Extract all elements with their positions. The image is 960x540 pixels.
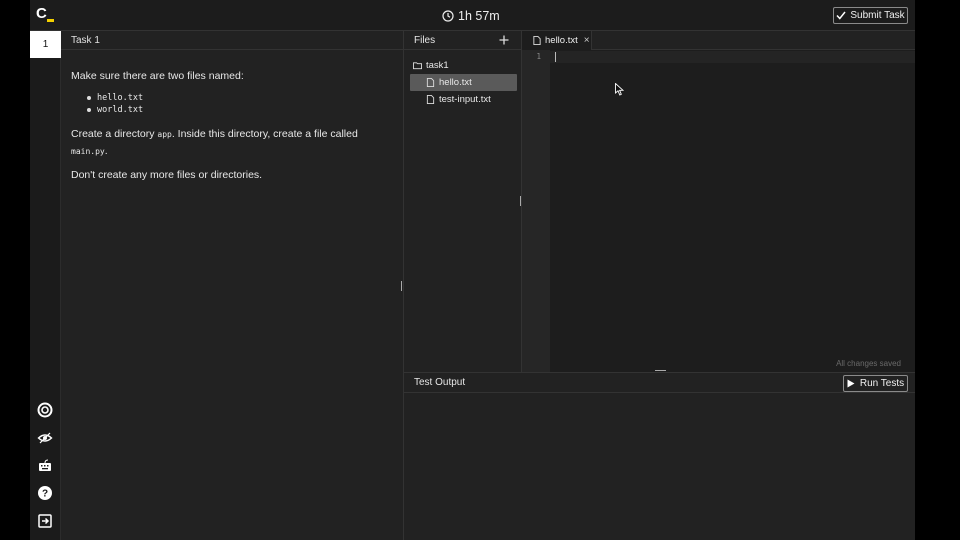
file-item-test-input[interactable]: test-input.txt: [410, 91, 517, 108]
text-cursor: [555, 52, 556, 62]
dir-name-code: app: [157, 130, 172, 140]
run-tests-button[interactable]: Run Tests: [843, 375, 908, 392]
required-files-list: hello.txt world.txt: [87, 92, 393, 116]
test-output-panel: Test Output Run Tests: [404, 373, 915, 540]
mouse-pointer-icon: [615, 83, 624, 96]
add-file-icon[interactable]: [499, 35, 509, 45]
sidebar-rail: 1 ?: [30, 31, 61, 540]
directory-instruction: Create a directory app. Inside this dire…: [71, 128, 358, 157]
folder-label: task1: [426, 60, 449, 71]
editor-tabs: hello.txt ×: [522, 31, 915, 50]
line-number: 1: [536, 52, 541, 61]
timer-text: 1h 57m: [458, 9, 500, 23]
files-header: Files: [404, 31, 521, 50]
task-panel: Task 1 Make sure there are two files nam…: [61, 31, 403, 540]
logo: C: [36, 5, 56, 25]
task-title: Task 1: [61, 31, 403, 50]
tab-label: hello.txt: [545, 35, 578, 46]
settings-icon[interactable]: [36, 401, 54, 419]
list-item: world.txt: [87, 104, 393, 116]
folder-task1[interactable]: task1: [404, 57, 521, 74]
file-label: test-input.txt: [439, 94, 491, 105]
play-icon: [847, 379, 855, 388]
task-closing: Don't create any more files or directori…: [71, 168, 263, 181]
keyboard-icon[interactable]: [36, 457, 54, 475]
check-icon: [836, 11, 846, 20]
file-icon: [426, 95, 435, 104]
file-item-hello[interactable]: hello.txt: [410, 74, 517, 91]
eye-icon[interactable]: [36, 429, 54, 447]
file-icon: [426, 78, 435, 87]
file-icon: [533, 36, 541, 45]
dir-file-code: main.py: [71, 146, 105, 156]
test-output-title: Test Output: [404, 373, 915, 393]
task-number-tab[interactable]: 1: [30, 31, 61, 58]
files-panel: Files task1 hello.txt test-input.txt: [404, 31, 522, 372]
files-title: Files: [414, 34, 436, 46]
close-icon[interactable]: ×: [584, 35, 590, 46]
line-gutter: 1: [522, 50, 550, 372]
task-description: Make sure there are two files named: hel…: [61, 50, 403, 183]
run-tests-label: Run Tests: [859, 378, 905, 389]
top-bar: C 1h 57m Submit Task: [30, 0, 915, 31]
timer: 1h 57m: [442, 8, 500, 24]
list-item: hello.txt: [87, 92, 393, 104]
submit-task-button[interactable]: Submit Task: [833, 7, 908, 24]
tab-hello-txt[interactable]: hello.txt ×: [522, 31, 592, 50]
clock-icon: [442, 10, 454, 22]
svg-text:?: ?: [42, 489, 48, 500]
active-line: [550, 51, 915, 63]
file-tree: task1 hello.txt test-input.txt: [404, 50, 521, 108]
folder-icon: [413, 62, 422, 70]
task-intro: Make sure there are two files named:: [71, 70, 244, 82]
file-label: hello.txt: [439, 77, 472, 88]
code-editor[interactable]: hello.txt × 1 All changes saved: [522, 31, 915, 372]
logout-icon[interactable]: [36, 512, 54, 530]
help-icon[interactable]: ?: [36, 484, 54, 502]
submit-task-label: Submit Task: [850, 10, 905, 21]
save-status: All changes saved: [836, 359, 901, 368]
app-window: C 1h 57m Submit Task 1 ? Task 1 Make sur…: [30, 0, 915, 540]
